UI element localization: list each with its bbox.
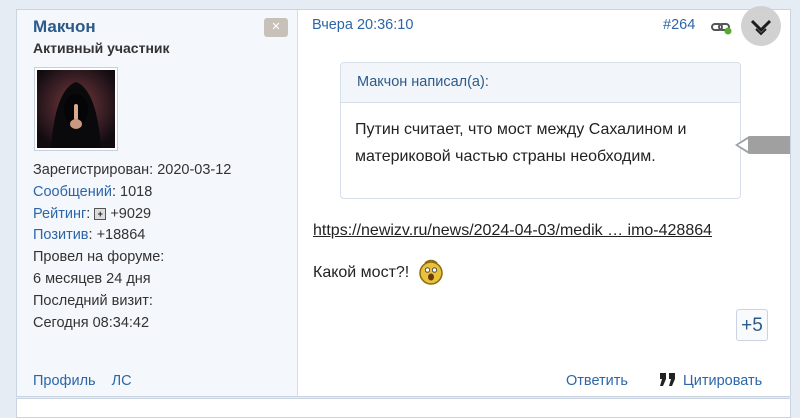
forum-post: Макчон Активный участник ✕ Зарегистриров…: [16, 6, 791, 397]
pm-link[interactable]: ЛС: [112, 373, 132, 389]
user-info: Зарегистрирован: 2020-03-12 Сообщений: 1…: [33, 160, 231, 334]
rating-link[interactable]: Рейтинг: [33, 206, 86, 222]
rating-value: +9029: [110, 205, 152, 222]
rating: Рейтинг: + +9029: [33, 205, 152, 222]
quote-author: Макчон написал(а):: [341, 63, 740, 103]
post-link[interactable]: https://newizv.ru/news/2024-04-03/medik …: [313, 222, 712, 240]
messages-link[interactable]: Сообщений: [33, 184, 112, 200]
close-icon[interactable]: ✕: [264, 18, 288, 37]
quote-block: Макчон написал(а): Путин считает, что мо…: [340, 62, 741, 199]
like-count-button[interactable]: +5: [736, 309, 768, 341]
chain-link-icon[interactable]: [711, 19, 733, 40]
plus-box-icon[interactable]: +: [94, 207, 107, 220]
user-title: Активный участник: [33, 40, 170, 56]
forum-time-label: Провел на форуме:: [33, 249, 165, 266]
side-panel-arrow-icon[interactable]: [735, 135, 790, 160]
last-visit-label: Последний визит:: [33, 292, 153, 309]
expand-chevron-icon[interactable]: [741, 6, 781, 46]
positive: Позитив: +18864: [33, 225, 231, 247]
quote-label: Цитировать: [683, 373, 763, 389]
username[interactable]: Макчон: [33, 17, 96, 37]
post-message: Какой мост?!: [313, 264, 410, 281]
next-post: [16, 398, 791, 418]
avatar[interactable]: [34, 67, 118, 151]
reply-button[interactable]: Ответить: [566, 373, 628, 389]
quote-text: Путин считает, что мост между Сахалином …: [355, 121, 687, 165]
quote-marks-icon: [659, 373, 677, 391]
forum-time-value: 6 месяцев 24 дня: [33, 270, 151, 287]
post-date[interactable]: Вчера 20:36:10: [312, 17, 413, 33]
last-visit-value: Сегодня 08:34:42: [33, 314, 150, 331]
user-links: Профиль ЛС: [33, 373, 144, 389]
profile-link[interactable]: Профиль: [33, 373, 96, 389]
post-number[interactable]: #264: [663, 17, 695, 33]
messages-value: : 1018: [111, 183, 153, 200]
messages-count: Сообщений: 1018: [33, 182, 231, 204]
positive-value: : +18864: [88, 227, 146, 244]
quote-button[interactable]: Цитировать: [659, 373, 762, 391]
positive-link[interactable]: Позитив: [33, 227, 89, 243]
user-pane: Макчон Активный участник ✕ Зарегистриров…: [17, 10, 298, 396]
registered-date: Зарегистрирован: 2020-03-12: [33, 162, 232, 178]
post-text: Какой мост?!: [313, 259, 444, 290]
shocked-smiley-icon: [418, 259, 444, 290]
